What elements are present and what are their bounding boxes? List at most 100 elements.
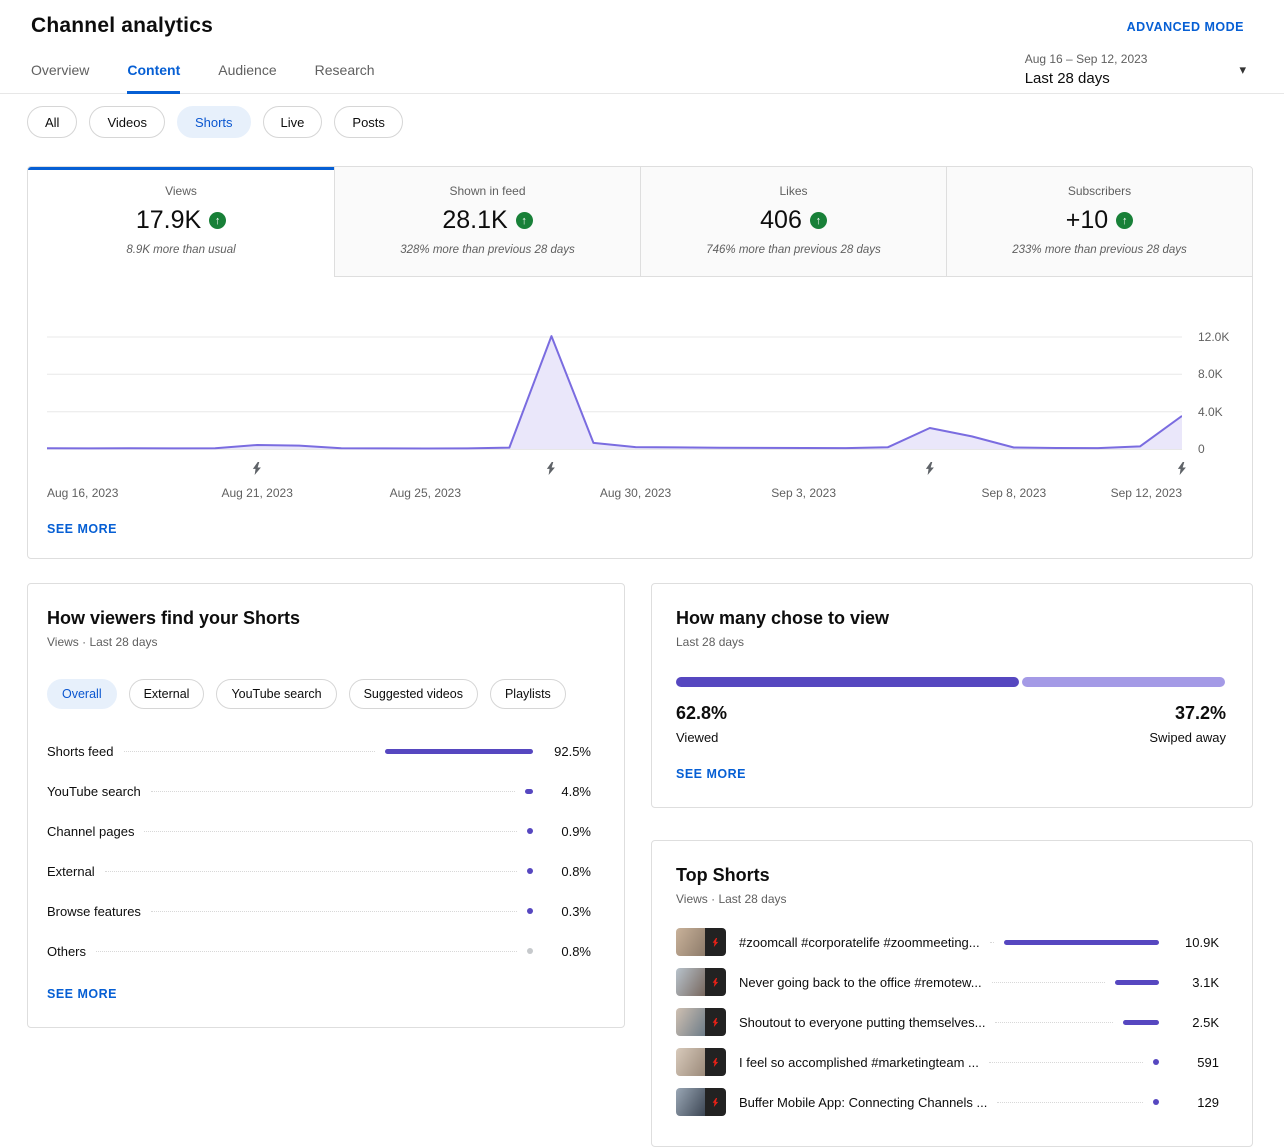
short-views-bar bbox=[1123, 1020, 1159, 1025]
traffic-chip-overall[interactable]: Overall bbox=[47, 679, 117, 709]
top-shorts-card: Top Shorts Views · Last 28 days #zoomcal… bbox=[651, 840, 1253, 1147]
metric-label: Shown in feed bbox=[335, 184, 640, 198]
filter-chip-all[interactable]: All bbox=[27, 106, 77, 138]
traffic-source-dot bbox=[527, 908, 533, 914]
tab-overview[interactable]: Overview bbox=[31, 62, 89, 93]
tab-audience[interactable]: Audience bbox=[218, 62, 276, 93]
shorts-icon bbox=[712, 1018, 719, 1027]
top-short-row[interactable]: Shoutout to everyone putting themselves.… bbox=[676, 1002, 1219, 1042]
advanced-mode-link[interactable]: ADVANCED MODE bbox=[1127, 20, 1244, 34]
top-short-row[interactable]: Buffer Mobile App: Connecting Channels .… bbox=[676, 1082, 1219, 1122]
x-tick-label: Aug 16, 2023 bbox=[47, 486, 118, 500]
traffic-source-row: Browse features 0.3% bbox=[47, 891, 591, 931]
date-range-texts: Aug 16 – Sep 12, 2023 Last 28 days bbox=[1025, 52, 1148, 87]
top-shorts-rows: #zoomcall #corporatelife #zoommeeting...… bbox=[676, 922, 1219, 1122]
metric-comparison-note: 746% more than previous 28 days bbox=[641, 244, 946, 256]
views-line-chart bbox=[47, 309, 1182, 459]
traffic-source-percent: 92.5% bbox=[545, 744, 591, 759]
shorts-publish-markers bbox=[47, 462, 1182, 484]
swiped-bar-segment bbox=[1022, 677, 1225, 687]
filter-chip-posts[interactable]: Posts bbox=[334, 106, 403, 138]
trend-up-icon: ↑ bbox=[516, 212, 533, 229]
short-thumbnail-logo bbox=[705, 1048, 726, 1076]
x-tick-label: Sep 8, 2023 bbox=[981, 486, 1046, 500]
traffic-chip-external[interactable]: External bbox=[129, 679, 205, 709]
content-type-filters: All Videos Shorts Live Posts bbox=[0, 94, 1284, 138]
traffic-source-rows: Shorts feed92.5%YouTube search4.8%Channe… bbox=[47, 731, 591, 971]
short-views-value: 3.1K bbox=[1171, 975, 1219, 990]
traffic-source-percent: 0.8% bbox=[545, 944, 591, 959]
shorts-marker[interactable] bbox=[546, 462, 556, 475]
traffic-source-dot bbox=[527, 948, 533, 954]
traffic-source-label: External bbox=[47, 864, 95, 879]
traffic-sources-title: How viewers find your Shorts bbox=[47, 608, 591, 629]
short-views-bar bbox=[1004, 940, 1159, 945]
chose-to-view-stats: 62.8% Viewed 37.2% Swiped away bbox=[676, 703, 1226, 745]
traffic-source-label: Browse features bbox=[47, 904, 141, 919]
traffic-chip-playlists[interactable]: Playlists bbox=[490, 679, 566, 709]
chart-see-more-link[interactable]: SEE MORE bbox=[47, 522, 117, 536]
y-tick-label: 4.0K bbox=[1198, 405, 1223, 419]
traffic-source-row: YouTube search4.8% bbox=[47, 771, 591, 811]
dotted-leader bbox=[144, 831, 517, 832]
filter-chip-shorts[interactable]: Shorts bbox=[177, 106, 251, 138]
metric-tab-likes[interactable]: Likes406↑746% more than previous 28 days bbox=[640, 167, 946, 277]
traffic-source-row: Others 0.8% bbox=[47, 931, 591, 971]
traffic-source-filters: Overall External YouTube search Suggested v… bbox=[47, 679, 591, 709]
date-range-picker[interactable]: Aug 16 – Sep 12, 2023 Last 28 days ▾ bbox=[1025, 52, 1246, 87]
dotted-leader bbox=[995, 1022, 1113, 1023]
short-thumbnail bbox=[676, 1048, 726, 1076]
traffic-source-label: Others bbox=[47, 944, 86, 959]
shorts-icon bbox=[712, 1098, 719, 1107]
swiped-stat: 37.2% Swiped away bbox=[1149, 703, 1226, 745]
short-views-bar bbox=[1115, 980, 1159, 985]
dotted-leader bbox=[990, 942, 994, 943]
filter-chip-live[interactable]: Live bbox=[263, 106, 323, 138]
dotted-leader bbox=[151, 911, 517, 912]
metric-label: Views bbox=[28, 184, 334, 198]
viewed-percent: 62.8% bbox=[676, 703, 727, 724]
dotted-leader bbox=[989, 1062, 1143, 1063]
short-title: Buffer Mobile App: Connecting Channels .… bbox=[739, 1095, 987, 1110]
tab-content[interactable]: Content bbox=[127, 62, 180, 93]
tab-research[interactable]: Research bbox=[315, 62, 375, 93]
traffic-source-percent: 0.3% bbox=[545, 904, 591, 919]
metric-tab-subscribers[interactable]: Subscribers+10↑233% more than previous 2… bbox=[946, 167, 1252, 277]
shorts-marker[interactable] bbox=[925, 462, 935, 475]
chart-y-axis: 12.0K8.0K4.0K0 bbox=[1182, 309, 1240, 459]
filter-chip-videos[interactable]: Videos bbox=[89, 106, 165, 138]
viewed-label: Viewed bbox=[676, 730, 727, 745]
metric-value: 17.9K bbox=[136, 206, 201, 235]
metric-value-row: 28.1K↑ bbox=[335, 206, 640, 235]
chose-see-more-link[interactable]: SEE MORE bbox=[676, 767, 746, 781]
shorts-marker[interactable] bbox=[1177, 462, 1187, 475]
short-thumbnail-logo bbox=[705, 1008, 726, 1036]
top-short-row[interactable]: I feel so accomplished #marketingteam ..… bbox=[676, 1042, 1219, 1082]
short-thumbnail bbox=[676, 1008, 726, 1036]
y-tick-label: 12.0K bbox=[1198, 330, 1229, 344]
short-title: I feel so accomplished #marketingteam ..… bbox=[739, 1055, 979, 1070]
traffic-chip-suggested-videos[interactable]: Suggested videos bbox=[349, 679, 478, 709]
shorts-icon bbox=[252, 462, 262, 475]
traffic-source-label: Channel pages bbox=[47, 824, 134, 839]
metric-tab-views[interactable]: Views17.9K↑8.9K more than usual bbox=[28, 167, 334, 277]
traffic-source-label: YouTube search bbox=[47, 784, 141, 799]
x-tick-label: Aug 25, 2023 bbox=[390, 486, 461, 500]
metric-tab-shown-in-feed[interactable]: Shown in feed28.1K↑328% more than previo… bbox=[334, 167, 640, 277]
metric-label: Likes bbox=[641, 184, 946, 198]
traffic-source-bar bbox=[525, 789, 533, 794]
shorts-icon bbox=[712, 1058, 719, 1067]
top-short-row[interactable]: #zoomcall #corporatelife #zoommeeting...… bbox=[676, 922, 1219, 962]
traffic-see-more-link[interactable]: SEE MORE bbox=[47, 987, 117, 1001]
short-thumbnail-frame bbox=[676, 1048, 705, 1076]
short-thumbnail bbox=[676, 928, 726, 956]
dotted-leader bbox=[124, 751, 376, 752]
dotted-leader bbox=[96, 951, 517, 952]
viewed-bar-segment bbox=[676, 677, 1019, 687]
shorts-marker[interactable] bbox=[252, 462, 262, 475]
traffic-chip-youtube-search[interactable]: YouTube search bbox=[216, 679, 336, 709]
top-short-row[interactable]: Never going back to the office #remotew.… bbox=[676, 962, 1219, 1002]
date-range-preset: Last 28 days bbox=[1025, 70, 1148, 87]
short-views-value: 2.5K bbox=[1171, 1015, 1219, 1030]
metric-tabs: Views17.9K↑8.9K more than usualShown in … bbox=[28, 167, 1252, 277]
